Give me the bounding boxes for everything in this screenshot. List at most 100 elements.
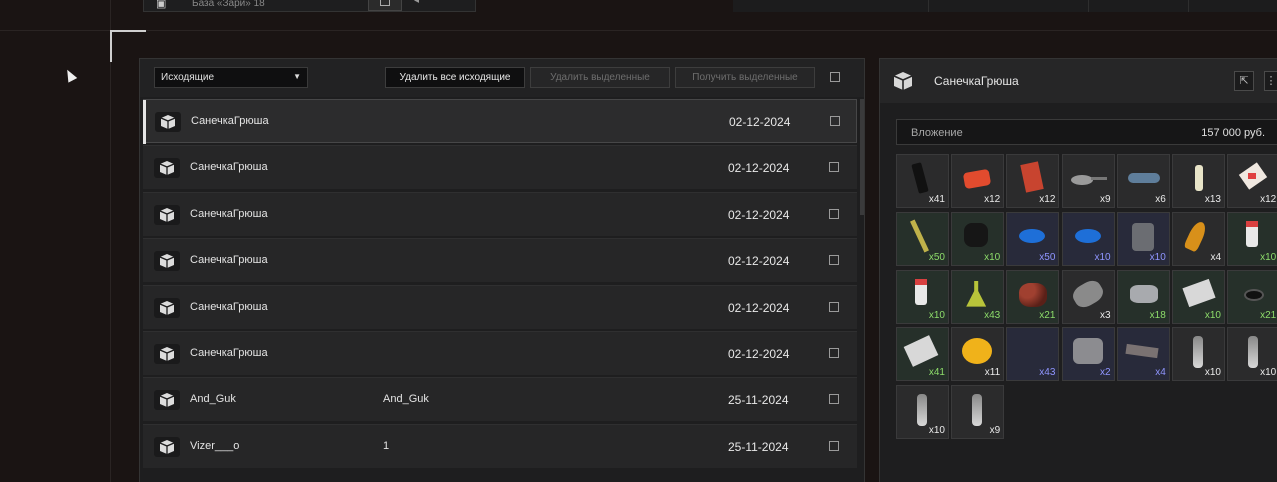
- background-divider-horizontal: [0, 30, 1277, 31]
- select-all-checkbox[interactable]: [830, 72, 840, 82]
- attachment-item[interactable]: x9: [951, 385, 1005, 440]
- list-scrollbar[interactable]: [860, 99, 864, 215]
- attachment-item[interactable]: x50: [1006, 211, 1060, 266]
- row-checkbox[interactable]: [829, 440, 839, 451]
- item-count: x12: [984, 194, 1001, 205]
- attachment-item[interactable]: x4: [1116, 327, 1170, 382]
- message-date: 02-12-2024: [728, 300, 790, 315]
- message-sender: СанечкаГрюша: [191, 115, 269, 127]
- message-row[interactable]: And_Guk And_Guk 25-11-2024: [143, 377, 857, 422]
- receive-selected-button[interactable]: Получить выделенные: [675, 67, 815, 88]
- box-icon: [154, 251, 180, 272]
- folder-dropdown-value: Исходящие: [161, 72, 215, 83]
- item-count: x10: [1204, 367, 1221, 379]
- message-sender: СанечкаГрюша: [190, 161, 268, 174]
- item-count: x10: [1094, 251, 1111, 263]
- message-date: 02-12-2024: [728, 207, 790, 222]
- row-checkbox[interactable]: [829, 394, 839, 405]
- message-sender: СанечкаГрюша: [190, 300, 268, 313]
- message-date: 25-11-2024: [728, 393, 789, 408]
- item-count: x10: [1260, 367, 1277, 379]
- message-row[interactable]: СанечкаГрюша 02-12-2024: [143, 191, 857, 236]
- box-icon: [154, 158, 180, 179]
- attachment-item[interactable]: x2: [1061, 327, 1115, 382]
- mail-list-panel: Исходящие ▼ Удалить все исходящие Удалит…: [139, 58, 865, 482]
- item-count: x10: [928, 425, 945, 437]
- more-options-icon[interactable]: ⋮: [1264, 71, 1277, 91]
- message-row[interactable]: СанечкаГрюша 02-12-2024: [143, 331, 857, 375]
- box-icon: [154, 344, 180, 364]
- box-icon: [154, 204, 180, 225]
- item-count: x12: [1260, 194, 1277, 205]
- box-icon: [155, 112, 181, 132]
- attachment-item[interactable]: x41: [896, 154, 949, 208]
- item-count: x9: [989, 425, 1001, 437]
- box-icon: [893, 72, 913, 90]
- message-sender: СанечкаГрюша: [190, 347, 268, 359]
- attachment-item[interactable]: x21: [1227, 269, 1277, 324]
- attachment-item[interactable]: x9: [1061, 154, 1115, 208]
- attachment-bar: Вложение 157 000 руб.: [896, 119, 1277, 145]
- window-button[interactable]: [368, 0, 402, 11]
- row-checkbox[interactable]: [829, 301, 839, 312]
- top-bar: ▣ База «Зари» 18 ◂: [143, 0, 476, 12]
- attachment-item[interactable]: x6: [1116, 154, 1170, 208]
- item-count: x18: [1149, 309, 1166, 321]
- message-row[interactable]: СанечкаГрюша 02-12-2024: [143, 284, 857, 329]
- attachment-item[interactable]: x43: [951, 269, 1005, 324]
- row-checkbox[interactable]: [829, 255, 839, 266]
- mouse-cursor-icon: [62, 67, 78, 83]
- attachment-item[interactable]: x10: [1172, 269, 1225, 324]
- item-count: x9: [1100, 194, 1111, 205]
- attachment-item[interactable]: x43: [1006, 327, 1060, 382]
- mute-icon[interactable]: ◂: [414, 0, 419, 6]
- message-row[interactable]: СанечкаГрюша 02-12-2024: [143, 145, 857, 190]
- item-count: x10: [1204, 309, 1221, 321]
- item-count: x21: [1039, 309, 1056, 321]
- attachment-item[interactable]: x10: [1116, 211, 1170, 266]
- attachment-item[interactable]: x50: [896, 211, 949, 266]
- delete-all-outgoing-button[interactable]: Удалить все исходящие: [385, 67, 525, 88]
- attachment-item[interactable]: x10: [896, 385, 949, 440]
- attachment-item[interactable]: x12: [1227, 154, 1277, 208]
- item-count: x3: [1100, 309, 1111, 321]
- row-checkbox[interactable]: [829, 208, 839, 219]
- attachment-item[interactable]: x4: [1172, 211, 1225, 266]
- attachment-item[interactable]: x21: [1006, 269, 1060, 324]
- attachment-item[interactable]: x10: [1227, 327, 1277, 382]
- attachment-item[interactable]: x18: [1116, 269, 1170, 324]
- item-count: x21: [1260, 309, 1277, 321]
- detail-title: СанечкаГрюша: [934, 74, 1019, 88]
- dropdown-arrow-icon: ▼: [293, 72, 301, 81]
- top-bar-right: [733, 0, 1277, 12]
- row-checkbox[interactable]: [829, 162, 839, 173]
- row-checkbox[interactable]: [830, 116, 840, 126]
- delete-selected-button[interactable]: Удалить выделенные: [530, 67, 670, 88]
- row-checkbox[interactable]: [829, 348, 839, 358]
- attachment-item[interactable]: x11: [951, 327, 1005, 382]
- message-row[interactable]: Vizer___o 1 25-11-2024: [143, 423, 857, 468]
- attachment-item[interactable]: x10: [1172, 327, 1225, 382]
- item-count: x10: [1149, 251, 1166, 263]
- item-count: x11: [984, 367, 1001, 379]
- item-count: x2: [1100, 367, 1111, 379]
- message-row[interactable]: СанечкаГрюша 02-12-2024: [143, 238, 857, 283]
- attachment-item[interactable]: x12: [1006, 154, 1060, 208]
- attachment-item[interactable]: x3: [1061, 269, 1115, 324]
- item-count: x4: [1155, 367, 1166, 379]
- open-external-icon[interactable]: ⇱: [1234, 71, 1254, 91]
- attachment-item[interactable]: x12: [951, 154, 1005, 208]
- folder-dropdown[interactable]: Исходящие ▼: [154, 67, 308, 88]
- corner-bracket: [110, 30, 146, 32]
- item-count: x10: [984, 251, 1001, 263]
- attachment-label: Вложение: [911, 127, 963, 139]
- attachment-item[interactable]: x41: [896, 327, 949, 382]
- box-icon: [154, 390, 180, 411]
- attachment-item[interactable]: x10: [1227, 211, 1277, 266]
- background-divider-vertical: [110, 0, 111, 482]
- attachment-item[interactable]: x13: [1172, 154, 1225, 208]
- attachment-item[interactable]: x10: [951, 211, 1005, 266]
- attachment-item[interactable]: x10: [896, 269, 949, 324]
- message-row[interactable]: СанечкаГрюша 02-12-2024: [143, 99, 857, 144]
- attachment-item[interactable]: x10: [1061, 211, 1115, 266]
